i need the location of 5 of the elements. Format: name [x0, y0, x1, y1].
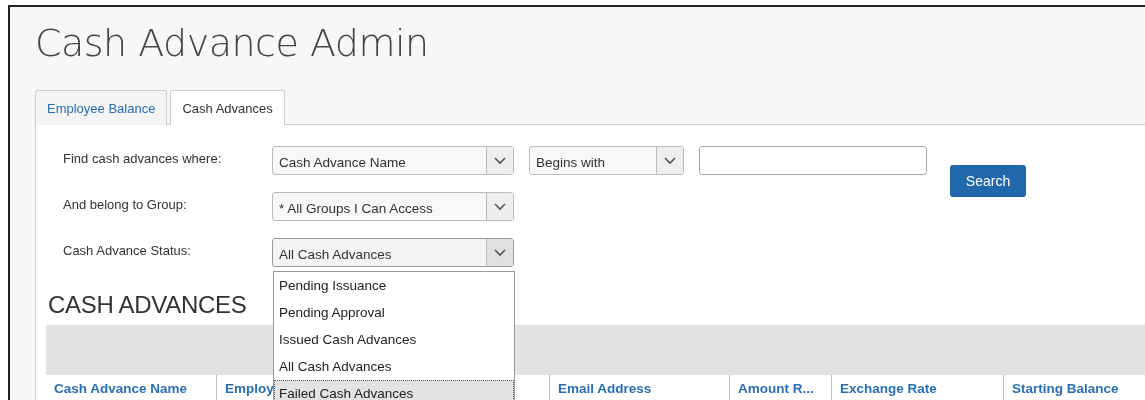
section-title: CASH ADVANCES — [48, 291, 247, 320]
filter-label: Cash Advance Status: — [63, 242, 192, 258]
filter-label: Find cash advances where: — [63, 150, 223, 166]
filter-label: And belong to Group: — [63, 196, 188, 212]
page-title: Cash Advance Admin — [34, 20, 430, 67]
